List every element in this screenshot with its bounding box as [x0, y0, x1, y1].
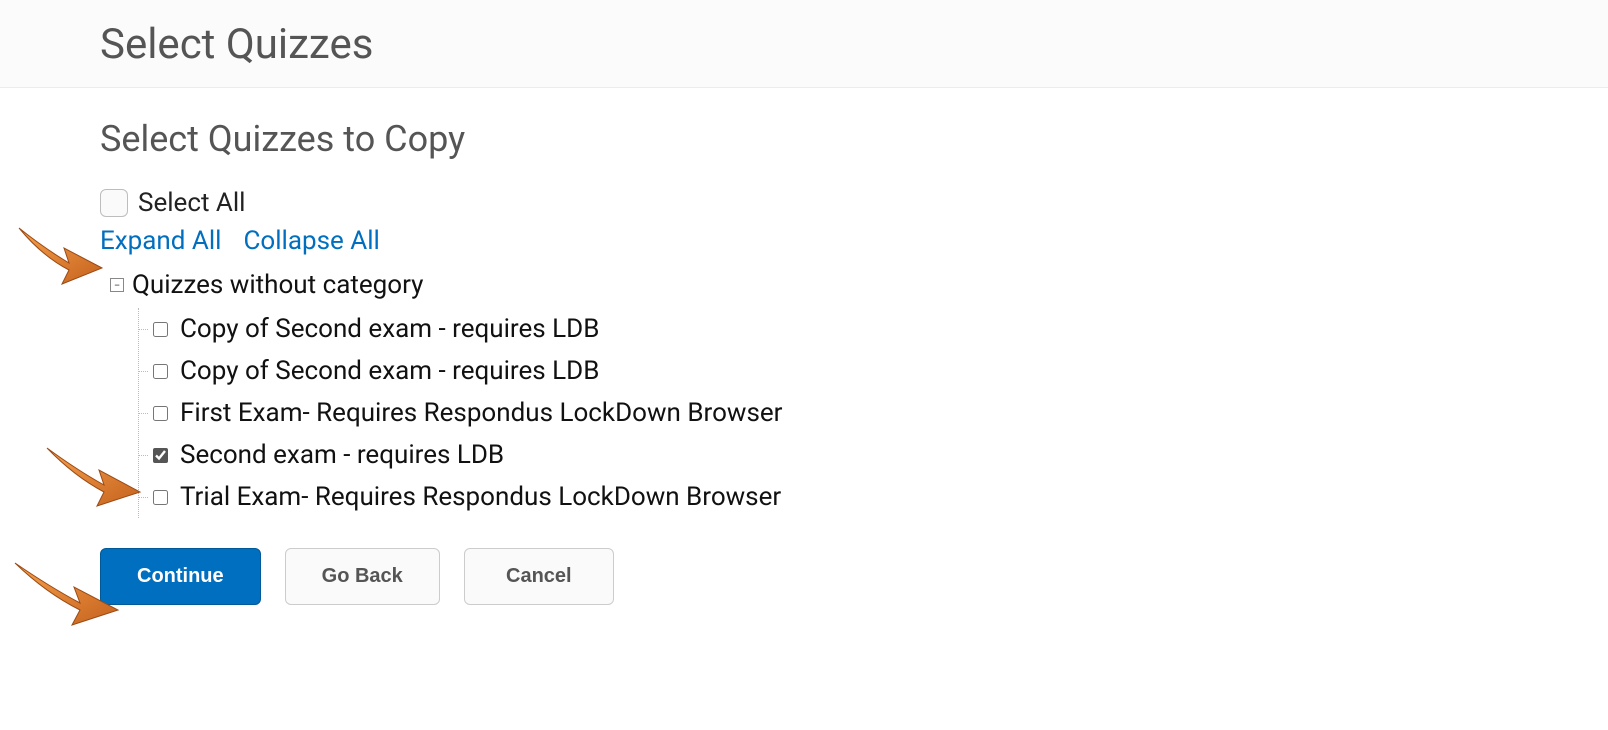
continue-button[interactable]: Continue	[100, 548, 261, 605]
quiz-checkbox[interactable]	[153, 406, 168, 421]
select-all-checkbox[interactable]	[100, 189, 128, 217]
quiz-checkbox[interactable]	[153, 364, 168, 379]
quiz-list: Copy of Second exam - requires LDB Copy …	[138, 308, 1608, 518]
subtitle: Select Quizzes to Copy	[100, 118, 1608, 160]
go-back-button[interactable]: Go Back	[285, 548, 440, 605]
quiz-checkbox[interactable]	[153, 490, 168, 505]
select-all-row: Select All	[100, 188, 1608, 218]
expand-all-link[interactable]: Expand All	[100, 226, 222, 256]
quiz-label: First Exam- Requires Respondus LockDown …	[180, 398, 782, 428]
quiz-label: Trial Exam- Requires Respondus LockDown …	[180, 482, 781, 512]
category-label: Quizzes without category	[132, 270, 423, 300]
expand-collapse-row: Expand All Collapse All	[100, 226, 1608, 256]
collapse-all-link[interactable]: Collapse All	[243, 226, 379, 256]
quiz-item: Copy of Second exam - requires LDB	[139, 308, 1608, 350]
quiz-tree: − Quizzes without category Copy of Secon…	[110, 270, 1608, 518]
category-row[interactable]: − Quizzes without category	[110, 270, 1608, 300]
quiz-item: First Exam- Requires Respondus LockDown …	[139, 392, 1608, 434]
quiz-item: Second exam - requires LDB	[139, 434, 1608, 476]
cancel-button[interactable]: Cancel	[464, 548, 614, 605]
quiz-label: Second exam - requires LDB	[180, 440, 504, 470]
select-all-label: Select All	[138, 188, 246, 218]
collapse-icon[interactable]: −	[110, 278, 124, 292]
button-row: Continue Go Back Cancel	[100, 548, 1608, 605]
quiz-item: Copy of Second exam - requires LDB	[139, 350, 1608, 392]
quiz-checkbox[interactable]	[153, 448, 168, 463]
quiz-label: Copy of Second exam - requires LDB	[180, 314, 599, 344]
quiz-checkbox[interactable]	[153, 322, 168, 337]
quiz-item: Trial Exam- Requires Respondus LockDown …	[139, 476, 1608, 518]
header: Select Quizzes	[0, 0, 1608, 88]
main-content: Select Quizzes to Copy Select All Expand…	[0, 88, 1608, 605]
page-title: Select Quizzes	[100, 20, 1608, 69]
quiz-label: Copy of Second exam - requires LDB	[180, 356, 599, 386]
